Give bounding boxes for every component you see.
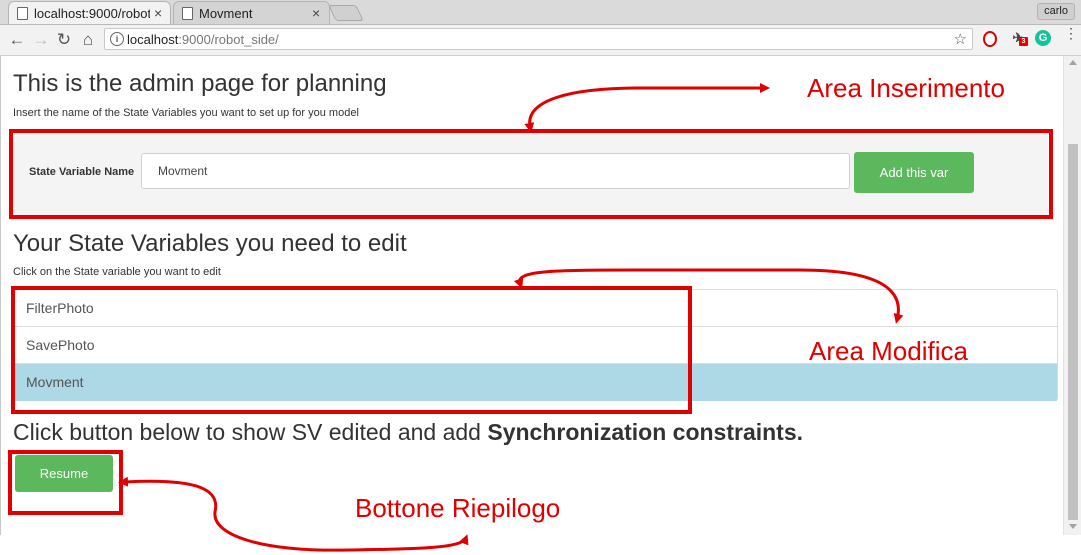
browser-tab-active[interactable]: localhost:9000/robot_side/ × [8, 1, 171, 24]
arrow-bottone-riepilogo [118, 476, 469, 552]
close-tab-icon[interactable]: × [154, 5, 162, 21]
tab-title: localhost:9000/robot_side/ [34, 6, 150, 21]
arrow-area-inserimento [524, 83, 770, 133]
annotation-arrows [118, 83, 904, 552]
arrow-area-modifica [513, 268, 904, 324]
page-icon [17, 7, 28, 20]
